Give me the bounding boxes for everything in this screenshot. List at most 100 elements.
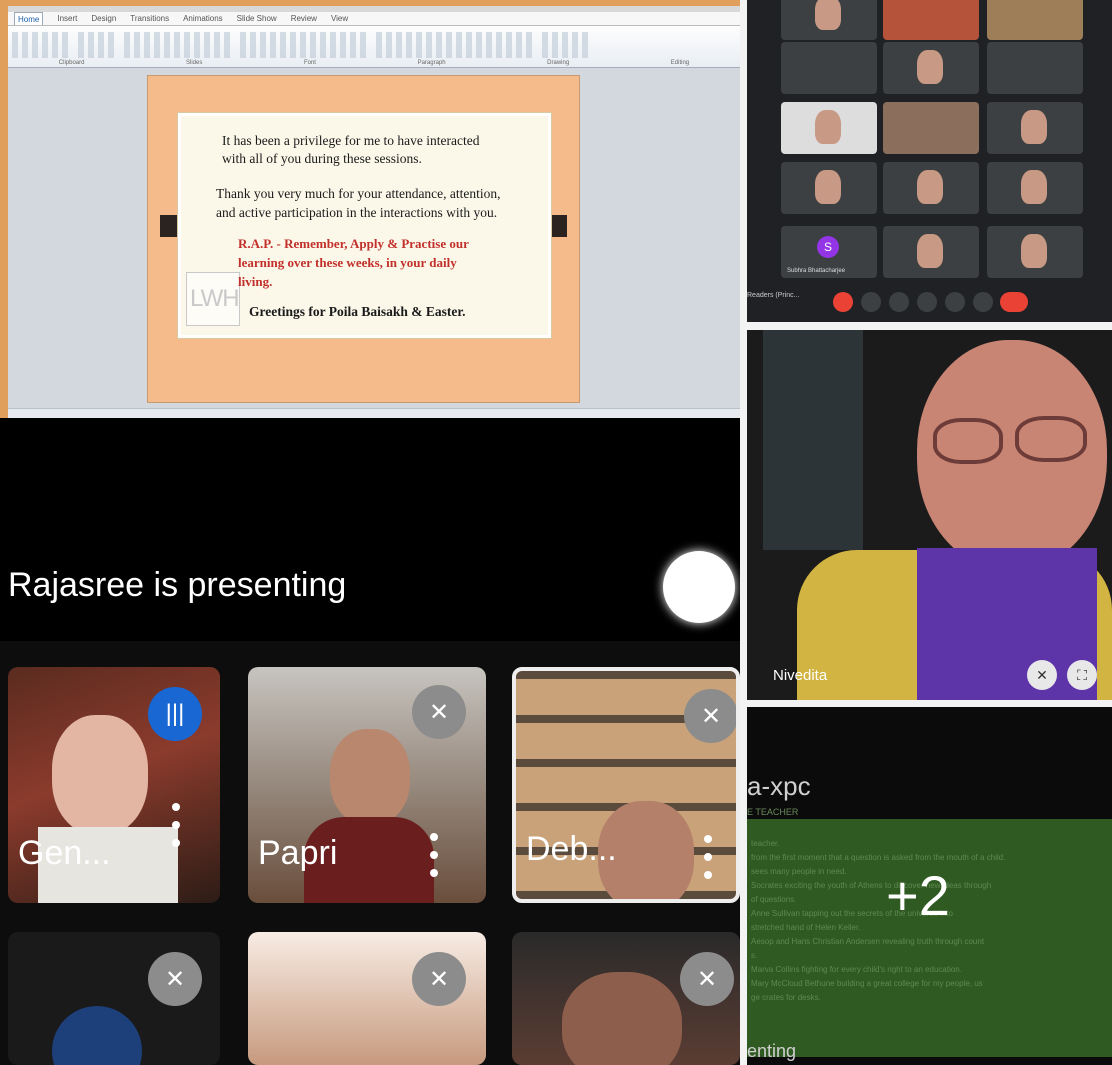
speaker-name: Nivedita: [773, 667, 828, 684]
grid-tile[interactable]: [987, 162, 1083, 214]
presentation-control-button[interactable]: [663, 551, 735, 623]
grid-tile[interactable]: [883, 42, 979, 94]
tab-review[interactable]: Review: [291, 12, 317, 25]
doc-line: Mary McCloud Bethune building a great co…: [751, 979, 983, 988]
glasses-right: [1015, 416, 1087, 462]
active-speaker-tile[interactable]: Nivedita ✕ ⛶: [747, 330, 1112, 700]
participant-tile[interactable]: Papri ✕: [248, 667, 486, 903]
slide-greeting-line: Greetings for Poila Baisakh & Easter.: [249, 304, 466, 319]
participant-name: Papri: [258, 834, 338, 872]
participant-video: [1021, 234, 1047, 268]
participant-name: Deb...: [526, 830, 617, 868]
slide-text-line: and active participation in the interact…: [216, 205, 498, 220]
leave-call-button[interactable]: [1000, 292, 1028, 312]
captions-icon[interactable]: [889, 292, 909, 312]
mic-off-icon: ✕: [684, 689, 736, 743]
font-group[interactable]: [124, 32, 234, 58]
raise-hand-icon[interactable]: [917, 292, 937, 312]
grid-tile[interactable]: [883, 0, 979, 40]
grid-tile[interactable]: [987, 42, 1083, 94]
grid-tile[interactable]: S Subhra Bhattacharjee: [781, 226, 877, 278]
slide-highlight-line: R.A.P. - Remember, Apply & Practise our: [238, 236, 469, 251]
participant-video: [52, 715, 148, 835]
tab-view[interactable]: View: [331, 12, 348, 25]
tab-transitions[interactable]: Transitions: [130, 12, 169, 25]
record-icon[interactable]: [833, 292, 853, 312]
lwh-logo-text: LWH: [190, 285, 240, 312]
group-label: Paragraph: [417, 60, 446, 66]
doc-subtitle: E TEACHER: [747, 807, 799, 817]
frame-decoration-top: [0, 0, 740, 6]
grid-tile[interactable]: [781, 42, 877, 94]
doc-line: ge crates for desks.: [751, 993, 821, 1002]
grid-tile[interactable]: [987, 0, 1083, 40]
background-room: [763, 330, 863, 550]
doc-footer: enting: [747, 1041, 797, 1061]
presenting-banner: Rajasree is presenting: [8, 566, 347, 604]
tab-design[interactable]: Design: [91, 12, 116, 25]
participant-tile[interactable]: ✕: [512, 932, 740, 1065]
participant-video: [1021, 110, 1047, 144]
mic-off-icon: ✕: [680, 952, 734, 1006]
grid-tile[interactable]: [781, 0, 877, 40]
doc-line: Marva Collins fighting for every child's…: [751, 965, 962, 974]
group-label: Font: [303, 60, 316, 66]
tab-home[interactable]: Home: [14, 12, 44, 25]
ribbon-group-labels: Clipboard Slides Font Paragraph Drawing …: [8, 60, 740, 68]
participant-video: [815, 170, 841, 204]
participant-tile[interactable]: Gen... |||: [8, 667, 220, 903]
slides-group[interactable]: [78, 32, 118, 58]
ppt-status-bar: [8, 408, 740, 418]
participant-video: [815, 110, 841, 144]
group-label: Slides: [186, 60, 203, 66]
grid-tile[interactable]: [883, 102, 979, 154]
more-options-icon[interactable]: [172, 803, 180, 847]
doc-line: teacher.: [751, 839, 780, 848]
mic-off-icon: ✕: [148, 952, 202, 1006]
group-label: Drawing: [547, 60, 570, 66]
tab-animations[interactable]: Animations: [183, 12, 223, 25]
mic-off-icon[interactable]: ✕: [1027, 660, 1057, 690]
slide-highlight-line: living.: [238, 274, 273, 289]
tab-insert[interactable]: Insert: [57, 12, 77, 25]
grid-tile[interactable]: [987, 226, 1083, 278]
speaking-indicator-icon: |||: [148, 687, 202, 741]
participant-video: [1021, 170, 1047, 204]
doc-line: Aesop and Hans Christian Andersen reveal…: [751, 937, 985, 946]
paragraph-group[interactable]: [240, 32, 370, 58]
tab-slide-show[interactable]: Slide Show: [237, 12, 277, 25]
participant-tile[interactable]: ✕: [8, 932, 220, 1065]
drawing-group[interactable]: [376, 32, 536, 58]
slide-text-line: with all of you during these sessions.: [222, 151, 422, 166]
more-options-icon[interactable]: [430, 833, 438, 877]
present-icon[interactable]: [945, 292, 965, 312]
meet-participant-grid: S Subhra Bhattacharjee Readers (Princ...: [747, 0, 1112, 322]
participant-video: [917, 170, 943, 204]
participant-name: Gen...: [18, 834, 111, 872]
editing-group[interactable]: [542, 32, 592, 58]
glasses-left: [933, 418, 1003, 464]
grid-tile[interactable]: [883, 162, 979, 214]
more-options-icon[interactable]: [973, 292, 993, 312]
grid-tile[interactable]: [781, 102, 877, 154]
grid-tile[interactable]: [781, 162, 877, 214]
participant-video: [917, 234, 943, 268]
camera-icon[interactable]: [861, 292, 881, 312]
slide-text-line: Thank you very much for your attendance,…: [216, 186, 501, 201]
doc-line: s.: [751, 951, 758, 960]
slide-text-line: It has been a privilege for me to have i…: [222, 133, 480, 148]
school-logo: [52, 1006, 142, 1065]
participant-label: Subhra Bhattacharjee: [787, 268, 846, 274]
fullscreen-icon[interactable]: ⛶: [1067, 660, 1097, 690]
grid-tile[interactable]: [883, 226, 979, 278]
participant-avatar: S: [817, 236, 839, 258]
participant-video: [330, 729, 410, 825]
clipboard-group[interactable]: [12, 32, 72, 58]
participant-video: [917, 50, 943, 84]
doc-title: a-xpc: [747, 771, 811, 801]
more-options-icon[interactable]: [704, 835, 712, 879]
participant-tile[interactable]: Deb... ✕: [512, 667, 740, 903]
participant-tile[interactable]: ✕: [248, 932, 486, 1065]
grid-tile[interactable]: [987, 102, 1083, 154]
meeting-name-label: Readers (Princ...: [747, 292, 800, 299]
